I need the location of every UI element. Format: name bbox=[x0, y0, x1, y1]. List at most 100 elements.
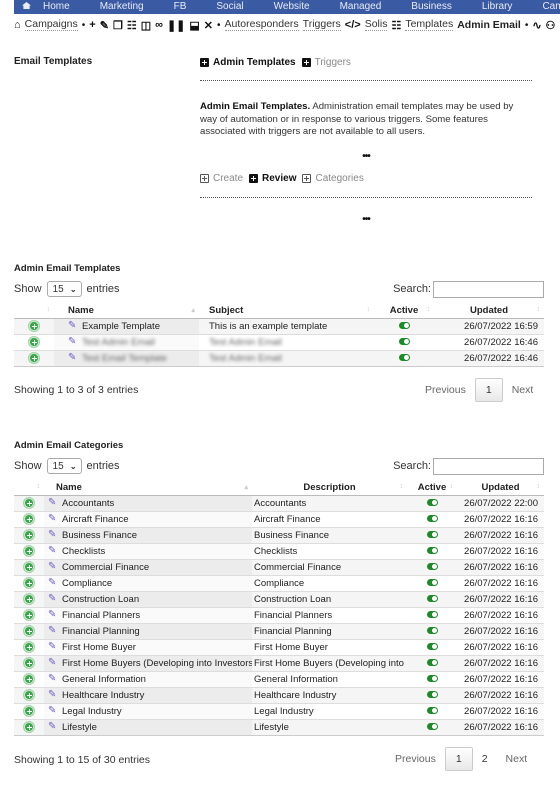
toggle-on-icon[interactable] bbox=[426, 531, 438, 539]
col-header-active[interactable]: Active ↕ bbox=[374, 304, 434, 319]
expand-cell[interactable] bbox=[14, 686, 44, 703]
active-cell[interactable] bbox=[407, 574, 457, 591]
name-cell[interactable]: ✎ Test Email Template bbox=[54, 349, 199, 367]
active-cell[interactable] bbox=[407, 526, 457, 543]
active-cell[interactable] bbox=[374, 317, 434, 334]
expand-plus-icon[interactable] bbox=[24, 497, 34, 508]
nav-item-website[interactable]: Website bbox=[274, 2, 310, 14]
expand-plus-icon[interactable] bbox=[29, 320, 39, 331]
nav-item-social[interactable]: Social bbox=[216, 2, 243, 14]
search-input[interactable] bbox=[433, 280, 544, 298]
tab-review[interactable]: Review bbox=[249, 173, 296, 184]
expand-cell[interactable] bbox=[14, 590, 44, 607]
toggle-on-icon[interactable] bbox=[426, 579, 438, 587]
name-cell[interactable]: ✎ Construction Loan bbox=[44, 590, 252, 607]
toggle-on-icon[interactable] bbox=[426, 595, 438, 603]
expand-plus-icon[interactable] bbox=[29, 336, 39, 347]
expand-plus-icon[interactable] bbox=[29, 352, 39, 363]
edit-icon[interactable]: ✎ bbox=[48, 657, 58, 668]
plus-icon[interactable]: + bbox=[89, 19, 95, 31]
active-cell[interactable] bbox=[407, 654, 457, 671]
name-cell[interactable]: ✎ Aircraft Finance bbox=[44, 510, 252, 527]
expand-plus-icon[interactable] bbox=[24, 689, 34, 700]
next-button[interactable]: Next bbox=[503, 384, 543, 396]
col-header-name[interactable]: Name ▴ bbox=[54, 304, 199, 319]
active-cell[interactable] bbox=[407, 606, 457, 623]
page-size-select[interactable]: 15 ⌄ bbox=[46, 458, 82, 474]
row-name[interactable]: Checklists bbox=[62, 546, 105, 557]
edit-icon[interactable]: ✎ bbox=[48, 545, 58, 556]
col-header-name[interactable]: Name ▴ bbox=[44, 481, 252, 496]
expand-plus-icon[interactable] bbox=[24, 609, 34, 620]
users-icon[interactable]: ⚇ bbox=[546, 19, 556, 32]
edit-icon[interactable]: ✎ bbox=[48, 577, 58, 588]
expand-plus-icon[interactable] bbox=[24, 657, 34, 668]
expand-plus-icon[interactable] bbox=[24, 705, 34, 716]
expand-plus-icon[interactable] bbox=[24, 673, 34, 684]
breadcrumb-templates[interactable]: Templates bbox=[405, 19, 454, 31]
tab-admin-templates[interactable]: Admin Templates bbox=[200, 57, 296, 68]
expand-cell[interactable] bbox=[14, 333, 54, 350]
edit-icon[interactable]: ✎ bbox=[68, 336, 78, 347]
row-name[interactable]: Compliance bbox=[62, 578, 112, 589]
expand-plus-icon[interactable] bbox=[24, 593, 34, 604]
row-name[interactable]: Lifestyle bbox=[62, 722, 97, 733]
template-icon[interactable]: ☷ bbox=[391, 19, 401, 32]
active-cell[interactable] bbox=[407, 494, 457, 511]
code-icon[interactable]: </> bbox=[345, 19, 361, 31]
expand-cell[interactable] bbox=[14, 317, 54, 334]
copy-icon[interactable]: ❐ bbox=[113, 19, 123, 32]
active-cell[interactable] bbox=[407, 590, 457, 607]
previous-button[interactable]: Previous bbox=[386, 753, 445, 765]
expand-plus-icon[interactable] bbox=[24, 721, 34, 732]
nav-item-business[interactable]: Business bbox=[411, 2, 452, 14]
row-name[interactable]: First Home Buyer bbox=[62, 642, 136, 653]
close-icon[interactable]: ✕ bbox=[204, 19, 213, 32]
expand-plus-icon[interactable] bbox=[24, 561, 34, 572]
expand-plus-icon[interactable] bbox=[24, 545, 34, 556]
toggle-on-icon[interactable] bbox=[426, 627, 438, 635]
expand-cell[interactable] bbox=[14, 558, 44, 575]
toggle-on-icon[interactable] bbox=[426, 499, 438, 507]
expand-cell[interactable] bbox=[14, 638, 44, 655]
edit-icon[interactable]: ✎ bbox=[48, 673, 58, 684]
name-cell[interactable]: ✎ First Home Buyers (Developing into Inve… bbox=[44, 654, 252, 671]
row-name[interactable]: Commercial Finance bbox=[62, 562, 149, 573]
name-cell[interactable]: ✎ Legal Industry bbox=[44, 702, 252, 719]
edit-icon[interactable]: ✎ bbox=[68, 320, 78, 331]
expand-plus-icon[interactable] bbox=[24, 513, 34, 524]
link-icon[interactable]: ∞ bbox=[155, 19, 163, 31]
col-header-expand[interactable]: ↕ bbox=[14, 481, 44, 496]
edit-icon[interactable]: ✎ bbox=[48, 497, 58, 508]
active-cell[interactable] bbox=[407, 702, 457, 719]
row-name[interactable]: Healthcare Industry bbox=[62, 690, 144, 701]
expand-cell[interactable] bbox=[14, 349, 54, 367]
toggle-on-icon[interactable] bbox=[426, 723, 438, 731]
toggle-on-icon[interactable] bbox=[426, 563, 438, 571]
col-header-expand[interactable]: ↕ bbox=[14, 304, 54, 319]
active-cell[interactable] bbox=[407, 638, 457, 655]
columns-icon[interactable]: ◫ bbox=[141, 19, 151, 32]
toggle-on-icon[interactable] bbox=[426, 691, 438, 699]
page-button-2[interactable]: 2 bbox=[473, 753, 497, 765]
expand-cell[interactable] bbox=[14, 526, 44, 543]
expand-plus-icon[interactable] bbox=[24, 641, 34, 652]
row-name[interactable]: General Information bbox=[62, 674, 146, 685]
inbox-icon[interactable]: ⬓ bbox=[189, 19, 199, 32]
name-cell[interactable]: ✎ Healthcare Industry bbox=[44, 686, 252, 703]
template-icon[interactable]: ☷ bbox=[127, 19, 137, 32]
name-cell[interactable]: ✎ Accountants bbox=[44, 494, 252, 511]
active-cell[interactable] bbox=[407, 510, 457, 527]
tab-categories[interactable]: Categories bbox=[302, 173, 364, 184]
expand-cell[interactable] bbox=[14, 718, 44, 736]
previous-button[interactable]: Previous bbox=[416, 384, 475, 396]
toggle-on-icon[interactable] bbox=[426, 547, 438, 555]
nav-home[interactable] bbox=[22, 2, 31, 14]
name-cell[interactable]: ✎ Financial Planners bbox=[44, 606, 252, 623]
toggle-on-icon[interactable] bbox=[426, 643, 438, 651]
nav-item-fb[interactable]: FB bbox=[174, 2, 187, 14]
col-header-updated[interactable]: Updated ↕ bbox=[457, 481, 544, 496]
expand-cell[interactable] bbox=[14, 702, 44, 719]
breadcrumb-autoresponders[interactable]: Autoresponders bbox=[224, 19, 299, 31]
toggle-on-icon[interactable] bbox=[426, 707, 438, 715]
